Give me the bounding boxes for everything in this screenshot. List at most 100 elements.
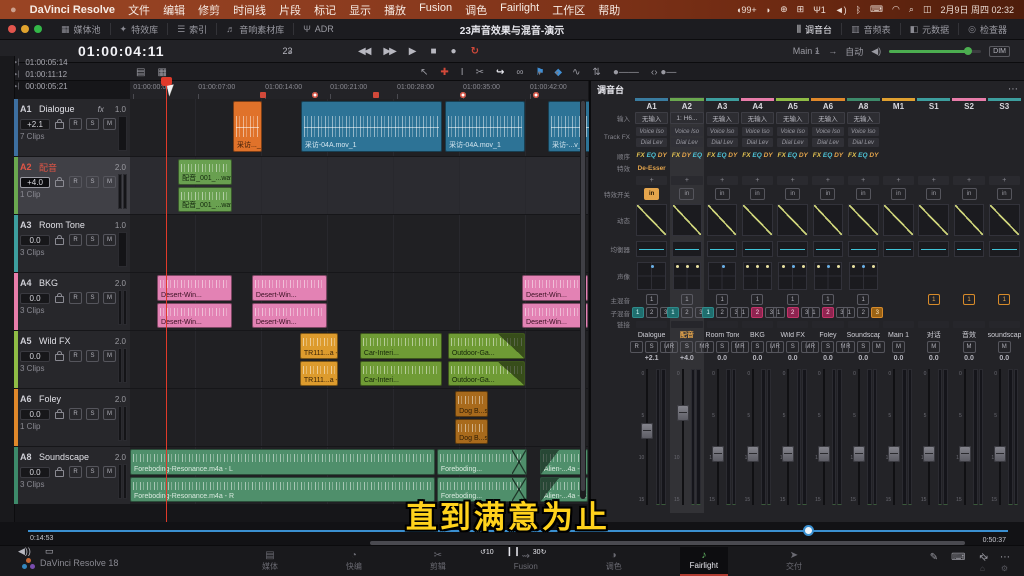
nav-page-交付[interactable]: ➤交付: [776, 547, 812, 576]
eq-graph[interactable]: [742, 241, 773, 257]
channel-fader[interactable]: 051015: [847, 363, 880, 513]
link-slot[interactable]: [636, 321, 667, 328]
audio-clip[interactable]: TR111...a - R: [300, 361, 338, 387]
track-lane-A5[interactable]: TR111...a - LTR111...a - RCar-Interi...C…: [130, 331, 588, 388]
channel-order[interactable]: FX EQ DY: [636, 152, 666, 159]
pan-control[interactable]: [743, 262, 772, 290]
channel-order[interactable]: FX EQ DY: [742, 152, 772, 159]
add-effect-button[interactable]: +: [812, 176, 843, 185]
track-index-icon[interactable]: ▦: [157, 67, 166, 78]
timeline-ruler[interactable]: 01:00:00:0001:00:07:0001:00:14:0001:00:2…: [130, 81, 588, 100]
eq-graph[interactable]: [918, 241, 949, 257]
channel-fader[interactable]: 051015: [670, 363, 703, 513]
dynamics-graph[interactable]: [883, 204, 914, 236]
home-icon[interactable]: ⌂: [980, 564, 985, 573]
effect-in-button[interactable]: in: [679, 188, 694, 200]
channel-r-button[interactable]: R: [842, 341, 855, 353]
pan-control[interactable]: [778, 262, 807, 290]
appbar-button-索引[interactable]: ☰索引: [168, 19, 216, 39]
stop-button[interactable]: ■: [430, 46, 436, 57]
menubar-menu-11[interactable]: 工作区: [552, 2, 585, 18]
fader-handle[interactable]: [677, 405, 689, 421]
sub-bus-assign[interactable]: 1: [632, 307, 644, 318]
volume-icon[interactable]: ◄): [835, 5, 847, 15]
main-bus-assign[interactable]: 1: [963, 294, 975, 305]
fader-handle[interactable]: [747, 446, 759, 462]
dynamics-graph[interactable]: [707, 204, 738, 236]
selection-tool-icon[interactable]: ↖: [420, 67, 428, 78]
sub-bus-assign[interactable]: 2: [822, 307, 834, 318]
track-lane-A2[interactable]: 配音_001_...wav - L配音_001_...wav - R: [130, 157, 588, 214]
menubar-menu-5[interactable]: 标记: [314, 2, 336, 18]
timeline-vertical-scrollbar[interactable]: [580, 99, 586, 499]
channel-s-button[interactable]: S: [821, 341, 834, 353]
dynamics-graph[interactable]: [954, 204, 985, 236]
channel-m-button[interactable]: M: [998, 341, 1011, 353]
main-bus-assign[interactable]: 1: [928, 294, 940, 305]
timeline-marker[interactable]: [260, 92, 266, 98]
zoom-h-slider[interactable]: ‹› ●—: [651, 67, 676, 78]
channel-fader[interactable]: 051015: [988, 363, 1021, 513]
appbar-button-ADR[interactable]: ΨADR: [294, 19, 343, 39]
audio-clip[interactable]: Dog B...s - R: [455, 419, 488, 445]
sub-bus-assign[interactable]: 1: [773, 307, 785, 318]
marker-list-item[interactable]: ▸|01:00:11:12: [14, 68, 128, 80]
monitor-bus-dropdown[interactable]: Main 1 ▼: [793, 46, 820, 56]
pan-control[interactable]: [673, 262, 702, 290]
eq-graph[interactable]: [636, 241, 667, 257]
sub-bus-assign[interactable]: 2: [646, 307, 658, 318]
fader-handle[interactable]: [641, 423, 653, 439]
channel-order[interactable]: FX DY EQ: [672, 152, 702, 159]
dynamics-graph[interactable]: [636, 204, 667, 236]
pencil-icon[interactable]: ✎: [930, 552, 938, 563]
trackfx-button[interactable]: Voice Iso: [812, 127, 843, 136]
effect-in-button[interactable]: in: [997, 188, 1012, 200]
more-icon[interactable]: ⋯: [1000, 552, 1010, 563]
appbar-button-音响素材库[interactable]: ♬音响素材库: [217, 19, 293, 39]
trackfx-button[interactable]: Voice Iso: [636, 127, 667, 136]
player-progress-handle[interactable]: [803, 525, 814, 536]
rewind-10-icon[interactable]: ↺10: [480, 546, 494, 557]
track-lane-A4[interactable]: Desert-Win...Desert-Win...Desert-Win...D…: [130, 273, 588, 330]
track-r-button[interactable]: R: [69, 292, 82, 304]
menubar-menu-3[interactable]: 时间线: [233, 2, 266, 18]
resize-arrows-icon[interactable]: ⇄: [976, 551, 990, 565]
channel-r-button[interactable]: R: [806, 341, 819, 353]
add-effect-button[interactable]: +: [953, 176, 984, 185]
track-header-A5[interactable]: A5Wild FX2.00.0RSM3 Clips: [14, 331, 130, 388]
trackfx-button[interactable]: Dial Lev: [636, 138, 667, 147]
track-m-button[interactable]: M: [103, 350, 116, 362]
bluetooth-icon[interactable]: ᛒ: [856, 5, 861, 15]
track-header-A8[interactable]: A8Soundscape2.00.0RSM3 Clips: [14, 447, 130, 504]
sub-bus-assign[interactable]: 2: [681, 307, 693, 318]
fader-handle[interactable]: [818, 446, 830, 462]
lock-icon[interactable]: [55, 470, 64, 477]
pan-control[interactable]: [708, 262, 737, 290]
audio-clip[interactable]: Car-Interi...: [360, 361, 442, 387]
monitor-volume-slider[interactable]: [889, 50, 981, 53]
channel-order[interactable]: FX EQ DY: [848, 152, 878, 159]
channel-s-button[interactable]: S: [716, 341, 729, 353]
appbar-button-音频表[interactable]: ▥音频表: [842, 23, 900, 36]
timeline-marker[interactable]: [533, 92, 539, 98]
main-bus-assign[interactable]: 1: [998, 294, 1010, 305]
effect-in-button[interactable]: in: [750, 188, 765, 200]
add-effect-button[interactable]: +: [883, 176, 914, 185]
effect-in-button[interactable]: in: [644, 188, 659, 200]
appbar-button-媒体池[interactable]: ▦媒体池: [52, 19, 110, 39]
channel-plugin-name[interactable]: De-Esser: [638, 165, 666, 172]
sub-bus-assign[interactable]: 1: [702, 307, 714, 318]
track-m-button[interactable]: M: [103, 176, 116, 188]
add-effect-button[interactable]: +: [918, 176, 949, 185]
menubar-app-name[interactable]: DaVinci Resolve: [30, 4, 115, 16]
link-slot[interactable]: [777, 321, 808, 328]
appbar-button-元数据[interactable]: ◧元数据: [901, 23, 959, 36]
dynamics-graph[interactable]: [777, 204, 808, 236]
channel-fader[interactable]: 051015: [776, 363, 809, 513]
lock-icon[interactable]: [55, 412, 64, 419]
fader-handle[interactable]: [782, 446, 794, 462]
mixer-options-icon[interactable]: ⋯: [1008, 84, 1018, 95]
effect-in-button[interactable]: in: [891, 188, 906, 200]
track-m-button[interactable]: M: [103, 466, 116, 478]
audio-clip[interactable]: Dog B...s - L: [455, 391, 488, 417]
